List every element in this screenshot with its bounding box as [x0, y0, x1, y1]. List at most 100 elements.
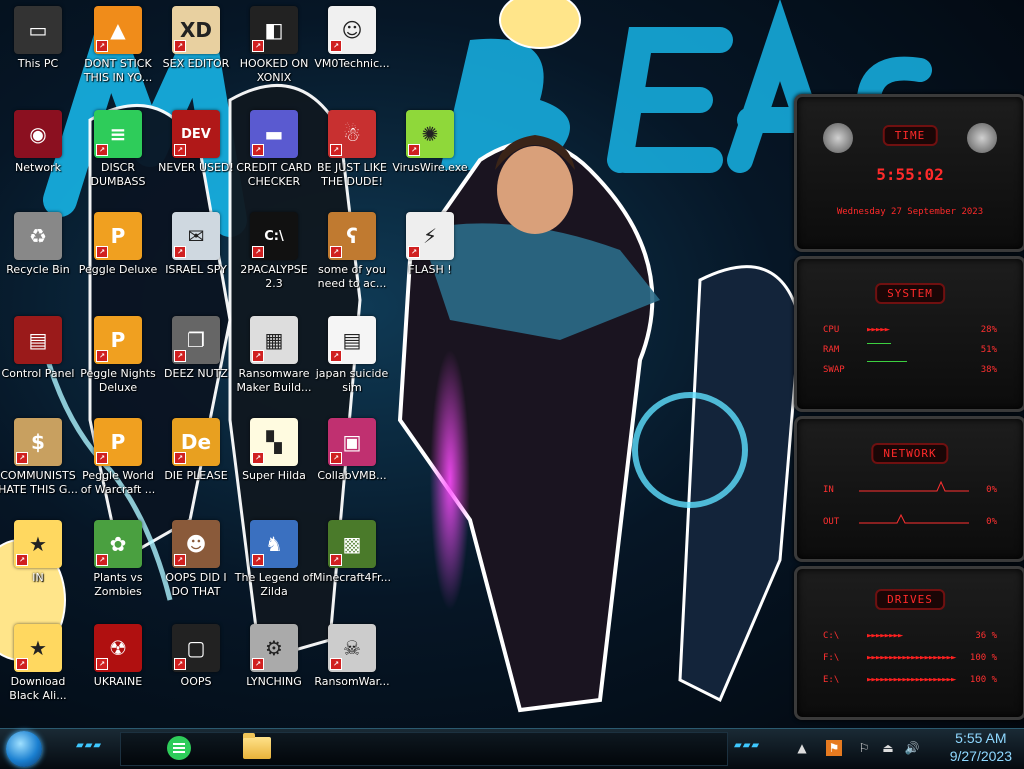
- network-row-value: 0%: [986, 485, 997, 495]
- doctor-icon: ☺ ↗: [328, 6, 376, 54]
- desktop-icon[interactable]: P ↗ Peggle Deluxe: [78, 212, 158, 277]
- drive-row-value: 36 %: [975, 631, 997, 641]
- desktop-icon[interactable]: ▲ ↗ DONT STICK THIS IN YO...: [78, 6, 158, 85]
- swap-usage-line: [867, 361, 907, 362]
- desktop-icon-label: VirusWire.exe: [392, 161, 468, 174]
- desktop-icon[interactable]: ▬ ↗ CREDIT CARD CHECKER: [234, 110, 314, 189]
- desktop-icon[interactable]: ☃ ↗ BE JUST LIKE THE DUDE!: [312, 110, 392, 189]
- action-center-icon[interactable]: ⚐: [856, 740, 872, 756]
- taskbar-green-chat-app[interactable]: [162, 732, 196, 764]
- network-icon: ◉: [14, 110, 62, 158]
- desktop-icon[interactable]: ☢ ↗ UKRAINE: [78, 624, 158, 689]
- system-row-value: 38%: [980, 365, 997, 375]
- time-widget-title: TIME: [882, 125, 938, 146]
- desktop-icon[interactable]: ✿ ↗ Plants vs Zombies: [78, 520, 158, 599]
- desktop-icon[interactable]: DEV ↗ NEVER USED!: [156, 110, 236, 175]
- desktop-icon[interactable]: ♻ Recycle Bin: [0, 212, 78, 277]
- drive-usage-bar: ►►►►►►►►►►►►►►►►►►►►: [867, 653, 956, 663]
- desktop-icon[interactable]: ʕ ↗ some of you need to ac...: [312, 212, 392, 291]
- network-out-graph: [859, 513, 969, 524]
- shortcut-arrow-icon: ↗: [96, 40, 108, 52]
- desktop-icon[interactable]: C:\ ↗ 2PACALYPSE 2.3: [234, 212, 314, 291]
- peggle-icon: P ↗: [94, 316, 142, 364]
- desktop-icon[interactable]: ❐ ↗ DEEZ NUTZ: [156, 316, 236, 381]
- frame-icon: ▢ ↗: [172, 624, 220, 672]
- vlc-cone-icon: ▲ ↗: [94, 6, 142, 54]
- desktop-icon[interactable]: ▤ Control Panel: [0, 316, 78, 381]
- character-icon: ★ ↗: [14, 520, 62, 568]
- start-button[interactable]: [6, 731, 42, 767]
- shortcut-arrow-icon: ↗: [330, 350, 342, 362]
- drive-row-c: C:\ ►►►►►►►► 36 %: [823, 631, 997, 645]
- shortcut-arrow-icon: ↗: [408, 246, 420, 258]
- desktop-icon[interactable]: P ↗ Peggle World of Warcraft ...: [78, 418, 158, 497]
- shortcut-arrow-icon: ↗: [174, 554, 186, 566]
- desktop-icon-label: VM0Technic...: [314, 57, 390, 70]
- shortcut-arrow-icon: ↗: [408, 144, 420, 156]
- desktop-icon[interactable]: $ ↗ COMMUNISTS HATE THIS G...: [0, 418, 78, 497]
- shortcut-arrow-icon: ↗: [96, 658, 108, 670]
- desktop-icon[interactable]: ⚡ ↗ FLASH !: [390, 212, 470, 277]
- shortcut-arrow-icon: ↗: [96, 350, 108, 362]
- desktop-icon[interactable]: ★ ↗ IN: [0, 520, 78, 585]
- desktop-icon-label: Peggle World of Warcraft ...: [80, 469, 156, 496]
- time-widget-clock: 5:55:02: [876, 165, 944, 184]
- desktop-icon[interactable]: ☻ ↗ OOPS DID I DO THAT: [156, 520, 236, 599]
- desktop-icon[interactable]: ▢ ↗ OOPS: [156, 624, 236, 689]
- shortcut-arrow-icon: ↗: [330, 452, 342, 464]
- pixel-icon: ▚ ↗: [250, 418, 298, 466]
- gear-flag-icon: ⚙ ↗: [250, 624, 298, 672]
- desktop-icon[interactable]: ☠ ↗ RansomWar...: [312, 624, 392, 689]
- desktop-icon-label: FLASH !: [408, 263, 452, 276]
- desktop-icon[interactable]: De ↗ DIE PLEASE: [156, 418, 236, 483]
- taskbar-file-explorer[interactable]: [240, 732, 274, 764]
- portrait-icon: ☻ ↗: [172, 520, 220, 568]
- xd-editor-icon: XD ↗: [172, 6, 220, 54]
- desktop-icon-label: OOPS DID I DO THAT: [165, 571, 227, 598]
- flash-icon: ⚡ ↗: [406, 212, 454, 260]
- shortcut-arrow-icon: ↗: [330, 144, 342, 156]
- bear-icon: ʕ ↗: [328, 212, 376, 260]
- desktop-icon[interactable]: ✺ ↗ VirusWire.exe: [390, 110, 470, 175]
- flag-tray-icon[interactable]: ⚑: [826, 740, 842, 756]
- skull-icon: ☠ ↗: [328, 624, 376, 672]
- desktop-icon-label: japan suicide sim: [315, 367, 389, 394]
- document-icon: ▤ ↗: [328, 316, 376, 364]
- desktop-icon[interactable]: ▣ ↗ CollabVMB...: [312, 418, 392, 483]
- desktop-icon[interactable]: ▚ ↗ Super Hilda: [234, 418, 314, 483]
- usb-icon[interactable]: ⏏: [880, 740, 896, 756]
- desktop-icon-label: Control Panel: [1, 367, 75, 380]
- desktop-icon[interactable]: ▤ ↗ japan suicide sim: [312, 316, 392, 395]
- green-chat-icon: [167, 736, 191, 760]
- desktop-icon[interactable]: XD ↗ SEX EDITOR: [156, 6, 236, 71]
- desktop-icon[interactable]: ▭ This PC: [0, 6, 78, 71]
- dev-cpp-icon: DEV ↗: [172, 110, 220, 158]
- desktop-icon[interactable]: ★ ↗ Download Black Ali...: [0, 624, 78, 703]
- desktop-icon[interactable]: ◉ Network: [0, 110, 78, 175]
- plant-icon: ✿ ↗: [94, 520, 142, 568]
- shortcut-arrow-icon: ↗: [330, 246, 342, 258]
- desktop-icon[interactable]: ♞ ↗ The Legend of Zilda: [234, 520, 314, 599]
- network-row-out: OUT 0%: [823, 513, 997, 531]
- desktop-icon[interactable]: ◧ ↗ HOOKED ON XONIX: [234, 6, 314, 85]
- santa-icon: ☃ ↗: [328, 110, 376, 158]
- desktop-icon[interactable]: ✉ ↗ ISRAEL SPY: [156, 212, 236, 277]
- desktop-icon[interactable]: ☺ ↗ VM0Technic...: [312, 6, 392, 71]
- alien-logo-icon: [823, 123, 853, 153]
- drive-usage-bar: ►►►►►►►►: [867, 631, 903, 641]
- drives-widget-title: DRIVES: [875, 589, 945, 610]
- desktop-icon-label: This PC: [17, 57, 59, 70]
- shortcut-arrow-icon: ↗: [252, 40, 264, 52]
- drive-row-value: 100 %: [969, 653, 997, 663]
- desktop-icon[interactable]: ⚙ ↗ LYNCHING: [234, 624, 314, 689]
- taskbar-clock[interactable]: 5:55 AM 9/27/2023: [950, 729, 1012, 765]
- windows-stack-icon: ❐ ↗: [172, 316, 220, 364]
- desktop-icon[interactable]: ≡ ↗ DISCR DUMBASS: [78, 110, 158, 189]
- desktop-icon[interactable]: ▦ ↗ Ransomware Maker Build...: [234, 316, 314, 395]
- chevron-up-icon[interactable]: ▲: [794, 740, 810, 756]
- desktop-icon[interactable]: P ↗ Peggle Nights Deluxe: [78, 316, 158, 395]
- shortcut-arrow-icon: ↗: [174, 452, 186, 464]
- desktop-icon[interactable]: ▩ ↗ Minecraft4Fr...: [312, 520, 392, 585]
- desktop-icon-label: Peggle Deluxe: [78, 263, 158, 276]
- volume-icon[interactable]: 🔊: [904, 740, 920, 756]
